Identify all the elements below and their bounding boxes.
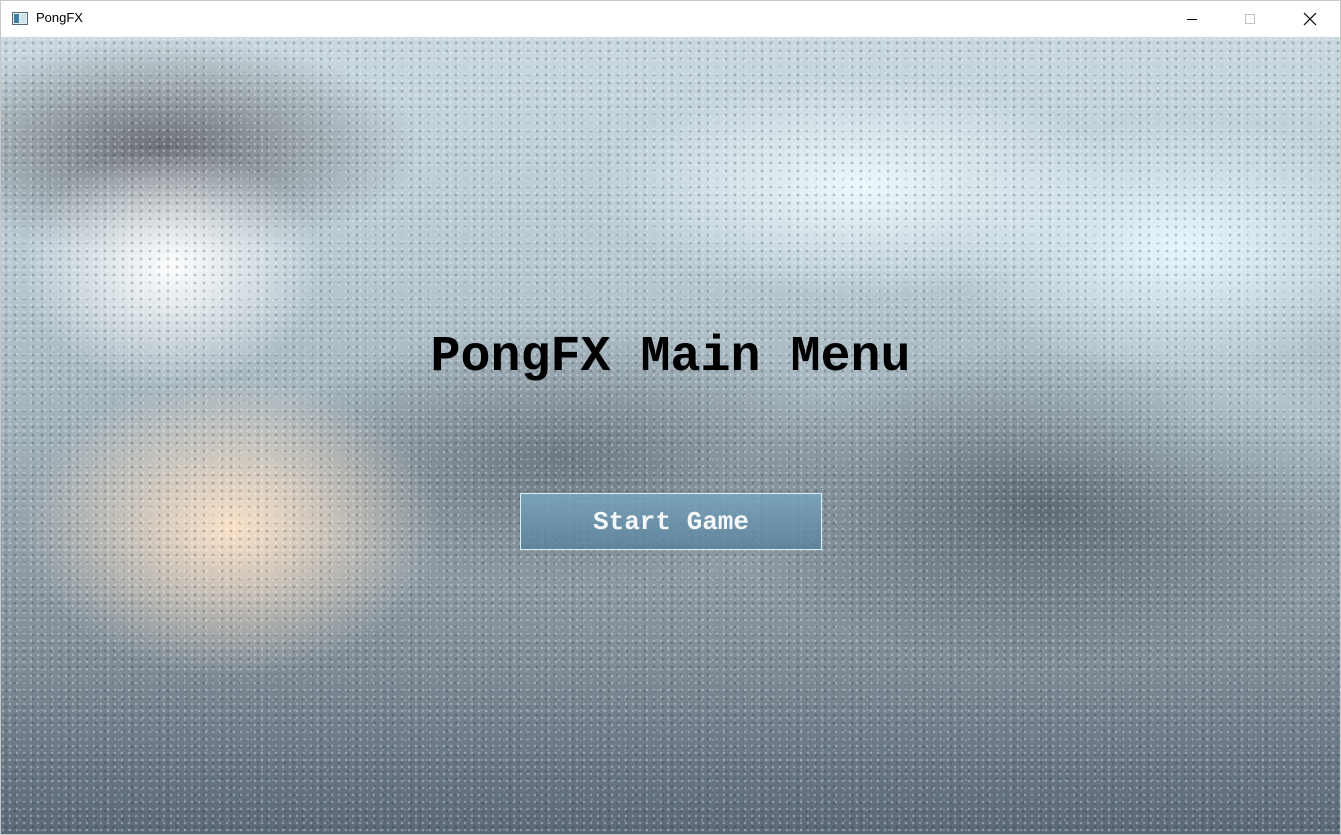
start-game-label: Start Game — [592, 506, 750, 537]
close-icon — [1303, 12, 1317, 25]
start-game-button[interactable]: Start Game — [520, 493, 822, 550]
main-menu-heading: PongFX Main Menu — [430, 329, 911, 386]
window-title: PongFX — [36, 10, 83, 25]
close-button[interactable] — [1281, 1, 1339, 36]
minimize-button[interactable] — [1163, 1, 1221, 36]
minimize-icon — [1187, 18, 1197, 20]
maximize-button[interactable] — [1221, 1, 1279, 36]
app-window-icon — [12, 12, 28, 25]
main-menu-screen: PongFX Main Menu Start Game — [1, 37, 1340, 834]
maximize-icon — [1245, 13, 1255, 24]
title-bar[interactable]: PongFX — [1, 1, 1340, 36]
app-window: PongFX PongFX Main Menu Start Game — [0, 0, 1341, 835]
frosted-glass-background — [1, 37, 1340, 834]
